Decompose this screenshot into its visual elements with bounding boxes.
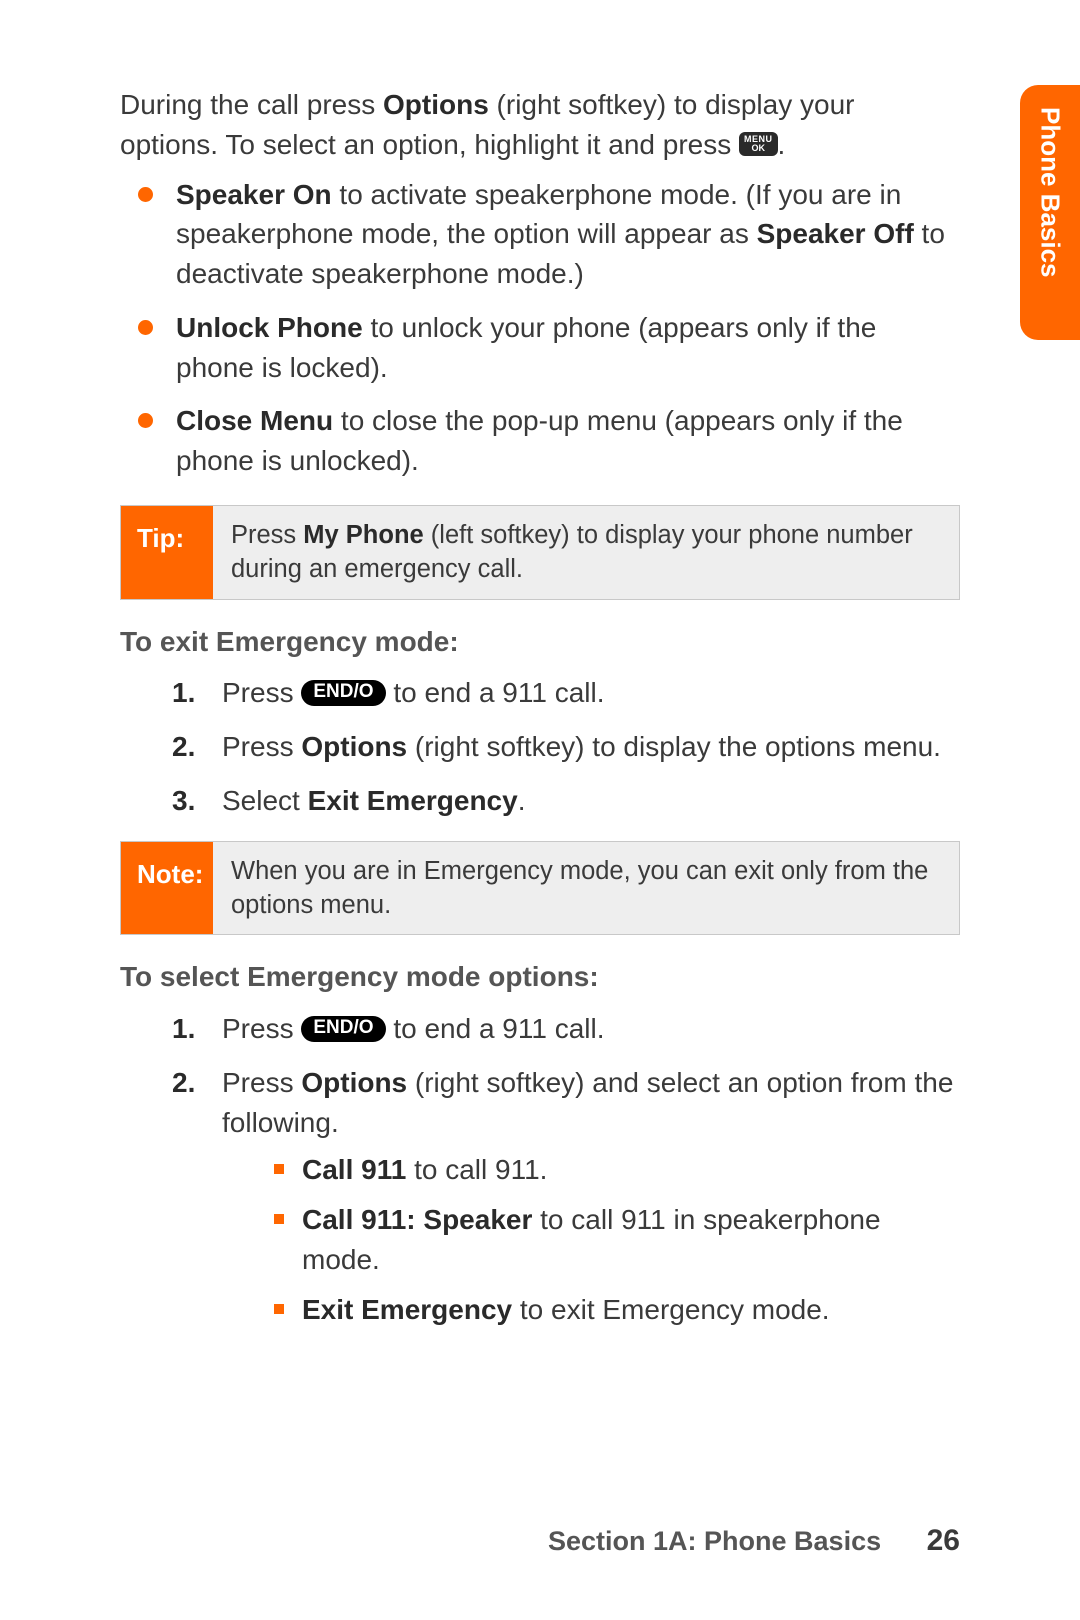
bold: Exit Emergency — [302, 1294, 512, 1325]
note-label: Note: — [121, 842, 213, 935]
bold: Unlock Phone — [176, 312, 363, 343]
page-content: During the call press Options (right sof… — [0, 0, 1080, 1329]
text: to call 911. — [406, 1154, 547, 1185]
list-item: Unlock Phone to unlock your phone (appea… — [120, 308, 960, 388]
intro-paragraph: During the call press Options (right sof… — [120, 85, 960, 165]
subheading-select: To select Emergency mode options: — [120, 957, 960, 997]
text: . — [518, 785, 526, 816]
end-key-icon: END/O — [301, 1016, 385, 1042]
side-tab: Phone Basics — [1020, 85, 1080, 340]
text: Press — [222, 1013, 301, 1044]
list-item: Press END/O to end a 911 call. — [120, 1009, 960, 1049]
list-item: Call 911 to call 911. — [222, 1150, 960, 1190]
key-bot: OK — [744, 144, 773, 153]
options-bullet-list: Speaker On to activate speakerphone mode… — [120, 175, 960, 481]
text: . — [778, 129, 786, 160]
subheading-exit: To exit Emergency mode: — [120, 622, 960, 662]
bold: Speaker Off — [757, 218, 914, 249]
tip-body: Press My Phone (left softkey) to display… — [213, 506, 959, 599]
list-item: Close Menu to close the pop-up menu (app… — [120, 401, 960, 481]
tip-label: Tip: — [121, 506, 213, 599]
list-item: Press END/O to end a 911 call. — [120, 673, 960, 713]
text: Press — [222, 731, 301, 762]
bold: Call 911 — [302, 1154, 406, 1185]
list-item: Speaker On to activate speakerphone mode… — [120, 175, 960, 294]
exit-steps: Press END/O to end a 911 call. Press Opt… — [120, 673, 960, 820]
text: (right softkey) to display the options m… — [407, 731, 941, 762]
page-number: 26 — [927, 1524, 960, 1557]
section-label: Section 1A: Phone Basics — [548, 1526, 881, 1556]
bold: Speaker On — [176, 179, 332, 210]
text: Press — [222, 677, 301, 708]
text: Press — [222, 1067, 301, 1098]
menu-ok-key-icon: MENUOK — [739, 132, 778, 156]
text: to exit Emergency mode. — [512, 1294, 829, 1325]
text: to end a 911 call. — [386, 677, 605, 708]
bold: Close Menu — [176, 405, 333, 436]
bold: Call 911: Speaker — [302, 1204, 532, 1235]
text: Press — [231, 521, 303, 549]
note-body: When you are in Emergency mode, you can … — [213, 842, 959, 935]
text: During the call press — [120, 89, 383, 120]
list-item: Exit Emergency to exit Emergency mode. — [222, 1290, 960, 1330]
list-item: Press Options (right softkey) to display… — [120, 727, 960, 767]
end-key-icon: END/O — [301, 680, 385, 706]
page-footer: Section 1A: Phone Basics 26 — [548, 1524, 960, 1558]
tip-callout: Tip: Press My Phone (left softkey) to di… — [120, 505, 960, 600]
text: to end a 911 call. — [386, 1013, 605, 1044]
bold-options: Options — [383, 89, 489, 120]
bold: Options — [301, 731, 407, 762]
list-item: Select Exit Emergency. — [120, 781, 960, 821]
select-steps: Press END/O to end a 911 call. Press Opt… — [120, 1009, 960, 1329]
text: Select — [222, 785, 308, 816]
sub-options-list: Call 911 to call 911. Call 911: Speaker … — [222, 1150, 960, 1329]
side-tab-label: Phone Basics — [1035, 107, 1066, 278]
bold: Options — [301, 1067, 407, 1098]
bold: My Phone — [303, 521, 423, 549]
list-item: Call 911: Speaker to call 911 in speaker… — [222, 1200, 960, 1280]
note-callout: Note: When you are in Emergency mode, yo… — [120, 841, 960, 936]
list-item: Press Options (right softkey) and select… — [120, 1063, 960, 1330]
bold: Exit Emergency — [308, 785, 518, 816]
